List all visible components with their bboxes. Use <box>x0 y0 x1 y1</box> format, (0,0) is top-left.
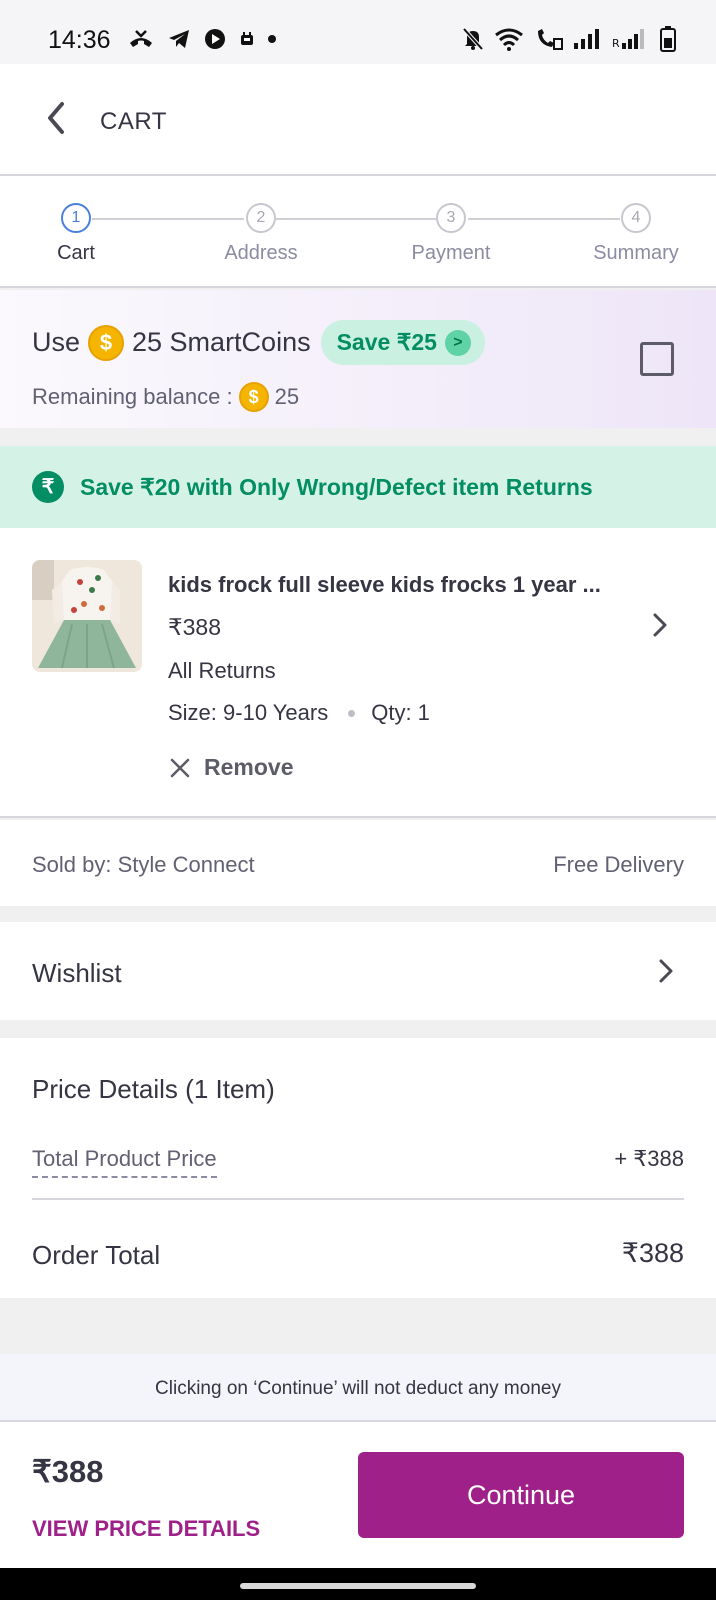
svg-text:R: R <box>612 37 620 49</box>
price-details-title: Price Details (1 Item) <box>32 1074 275 1104</box>
signal-roaming-icon: R <box>612 29 644 49</box>
smartcoin-icon: $ <box>88 324 125 361</box>
telegram-icon <box>169 30 189 48</box>
step-3-label: Payment <box>411 242 491 264</box>
step-3-indicator: 3 <box>436 203 466 233</box>
home-gesture-handle[interactable] <box>240 1583 476 1589</box>
returns-offer-banner[interactable]: ₹ Save ₹20 with Only Wrong/Defect item R… <box>0 446 716 528</box>
view-price-details-link[interactable]: VIEW PRICE DETAILS <box>32 1516 260 1542</box>
notification-icon <box>241 32 253 45</box>
checkout-stepper: 1 Cart 2 Address 3 Payment 4 Summary <box>0 176 716 288</box>
seller-row: Sold by: Style Connect Free Delivery <box>0 820 716 906</box>
system-nav-bar <box>0 1568 716 1600</box>
order-total-label: Order Total <box>32 1240 161 1270</box>
wishlist-row[interactable]: Wishlist <box>0 922 716 1020</box>
cart-item[interactable]: kids frock full sleeve kids frocks 1 yea… <box>0 528 716 818</box>
chevron-right-icon[interactable] <box>650 610 670 640</box>
step-2-label: Address <box>224 242 298 264</box>
wifi-icon <box>495 28 523 51</box>
battery-icon <box>660 26 676 52</box>
use-label: Use <box>32 327 81 357</box>
step-4-label: Summary <box>593 242 679 264</box>
page-title: CART <box>100 108 167 135</box>
step-connector <box>276 218 436 220</box>
remove-label: Remove <box>204 754 294 780</box>
step-4-indicator: 4 <box>621 203 651 233</box>
step-1-label: Cart <box>57 242 95 264</box>
returns-offer-text: Save ₹20 with Only Wrong/Defect item Ret… <box>80 473 593 500</box>
use-smartcoins-checkbox[interactable] <box>640 342 674 376</box>
rupee-icon: ₹ <box>32 471 64 503</box>
delivery-info: Free Delivery <box>553 852 684 877</box>
continue-notice: Clicking on ‘Continue’ will not deduct a… <box>0 1354 716 1422</box>
product-qty: Qty: 1 <box>371 700 430 725</box>
save-coins-pill[interactable]: Save ₹25 > <box>320 320 485 365</box>
sold-by: Sold by: Style Connect <box>32 852 255 877</box>
dot-icon <box>268 35 276 43</box>
product-price: ₹388 <box>168 614 222 640</box>
play-icon <box>205 29 225 49</box>
wifi-call-icon <box>538 29 563 50</box>
smartcoin-icon: $ <box>238 382 269 412</box>
order-total-value: ₹388 <box>621 1238 684 1268</box>
status-time: 14:36 <box>48 26 111 54</box>
smartcoins-section: Use $ 25 SmartCoins Save ₹25 > Remaining… <box>0 290 716 428</box>
back-arrow-icon[interactable] <box>40 98 72 138</box>
status-bar: 14:36 R <box>0 0 716 64</box>
bell-muted-icon <box>462 27 484 51</box>
remaining-balance-value: 25 <box>274 384 300 409</box>
total-product-price-label[interactable]: Total Product Price <box>32 1146 217 1178</box>
remove-button[interactable]: Remove <box>170 754 293 781</box>
smartcoins-count: 25 SmartCoins <box>132 327 311 357</box>
product-returns: All Returns <box>168 658 276 683</box>
chevron-right-icon <box>659 959 673 983</box>
product-size: Size: 9-10 Years <box>168 700 329 725</box>
product-title[interactable]: kids frock full sleeve kids frocks 1 yea… <box>168 572 638 598</box>
wishlist-label: Wishlist <box>32 958 122 988</box>
close-icon <box>170 758 190 777</box>
notice-text: Clicking on ‘Continue’ will not deduct a… <box>155 1378 561 1399</box>
chevron-right-icon: > <box>444 329 471 356</box>
checkout-bar: ₹388 VIEW PRICE DETAILS Continue <box>0 1422 716 1568</box>
signal-icon <box>574 29 599 49</box>
step-connector <box>92 218 244 220</box>
price-details-section: Price Details (1 Item) Total Product Pri… <box>0 1038 716 1298</box>
remaining-balance-label: Remaining balance : <box>32 384 233 409</box>
missed-call-icon <box>130 30 152 47</box>
app-header: CART <box>0 64 716 176</box>
save-coins-label: Save ₹25 <box>336 329 437 355</box>
step-connector <box>468 218 620 220</box>
step-1-indicator: 1 <box>61 203 91 233</box>
bottom-total: ₹388 <box>32 1454 104 1489</box>
step-2-indicator: 2 <box>246 203 276 233</box>
divider <box>32 1198 684 1200</box>
product-image[interactable] <box>32 560 142 672</box>
continue-button[interactable]: Continue <box>358 1452 684 1538</box>
total-product-price-value: + ₹388 <box>614 1146 684 1171</box>
dot-separator <box>348 709 356 717</box>
